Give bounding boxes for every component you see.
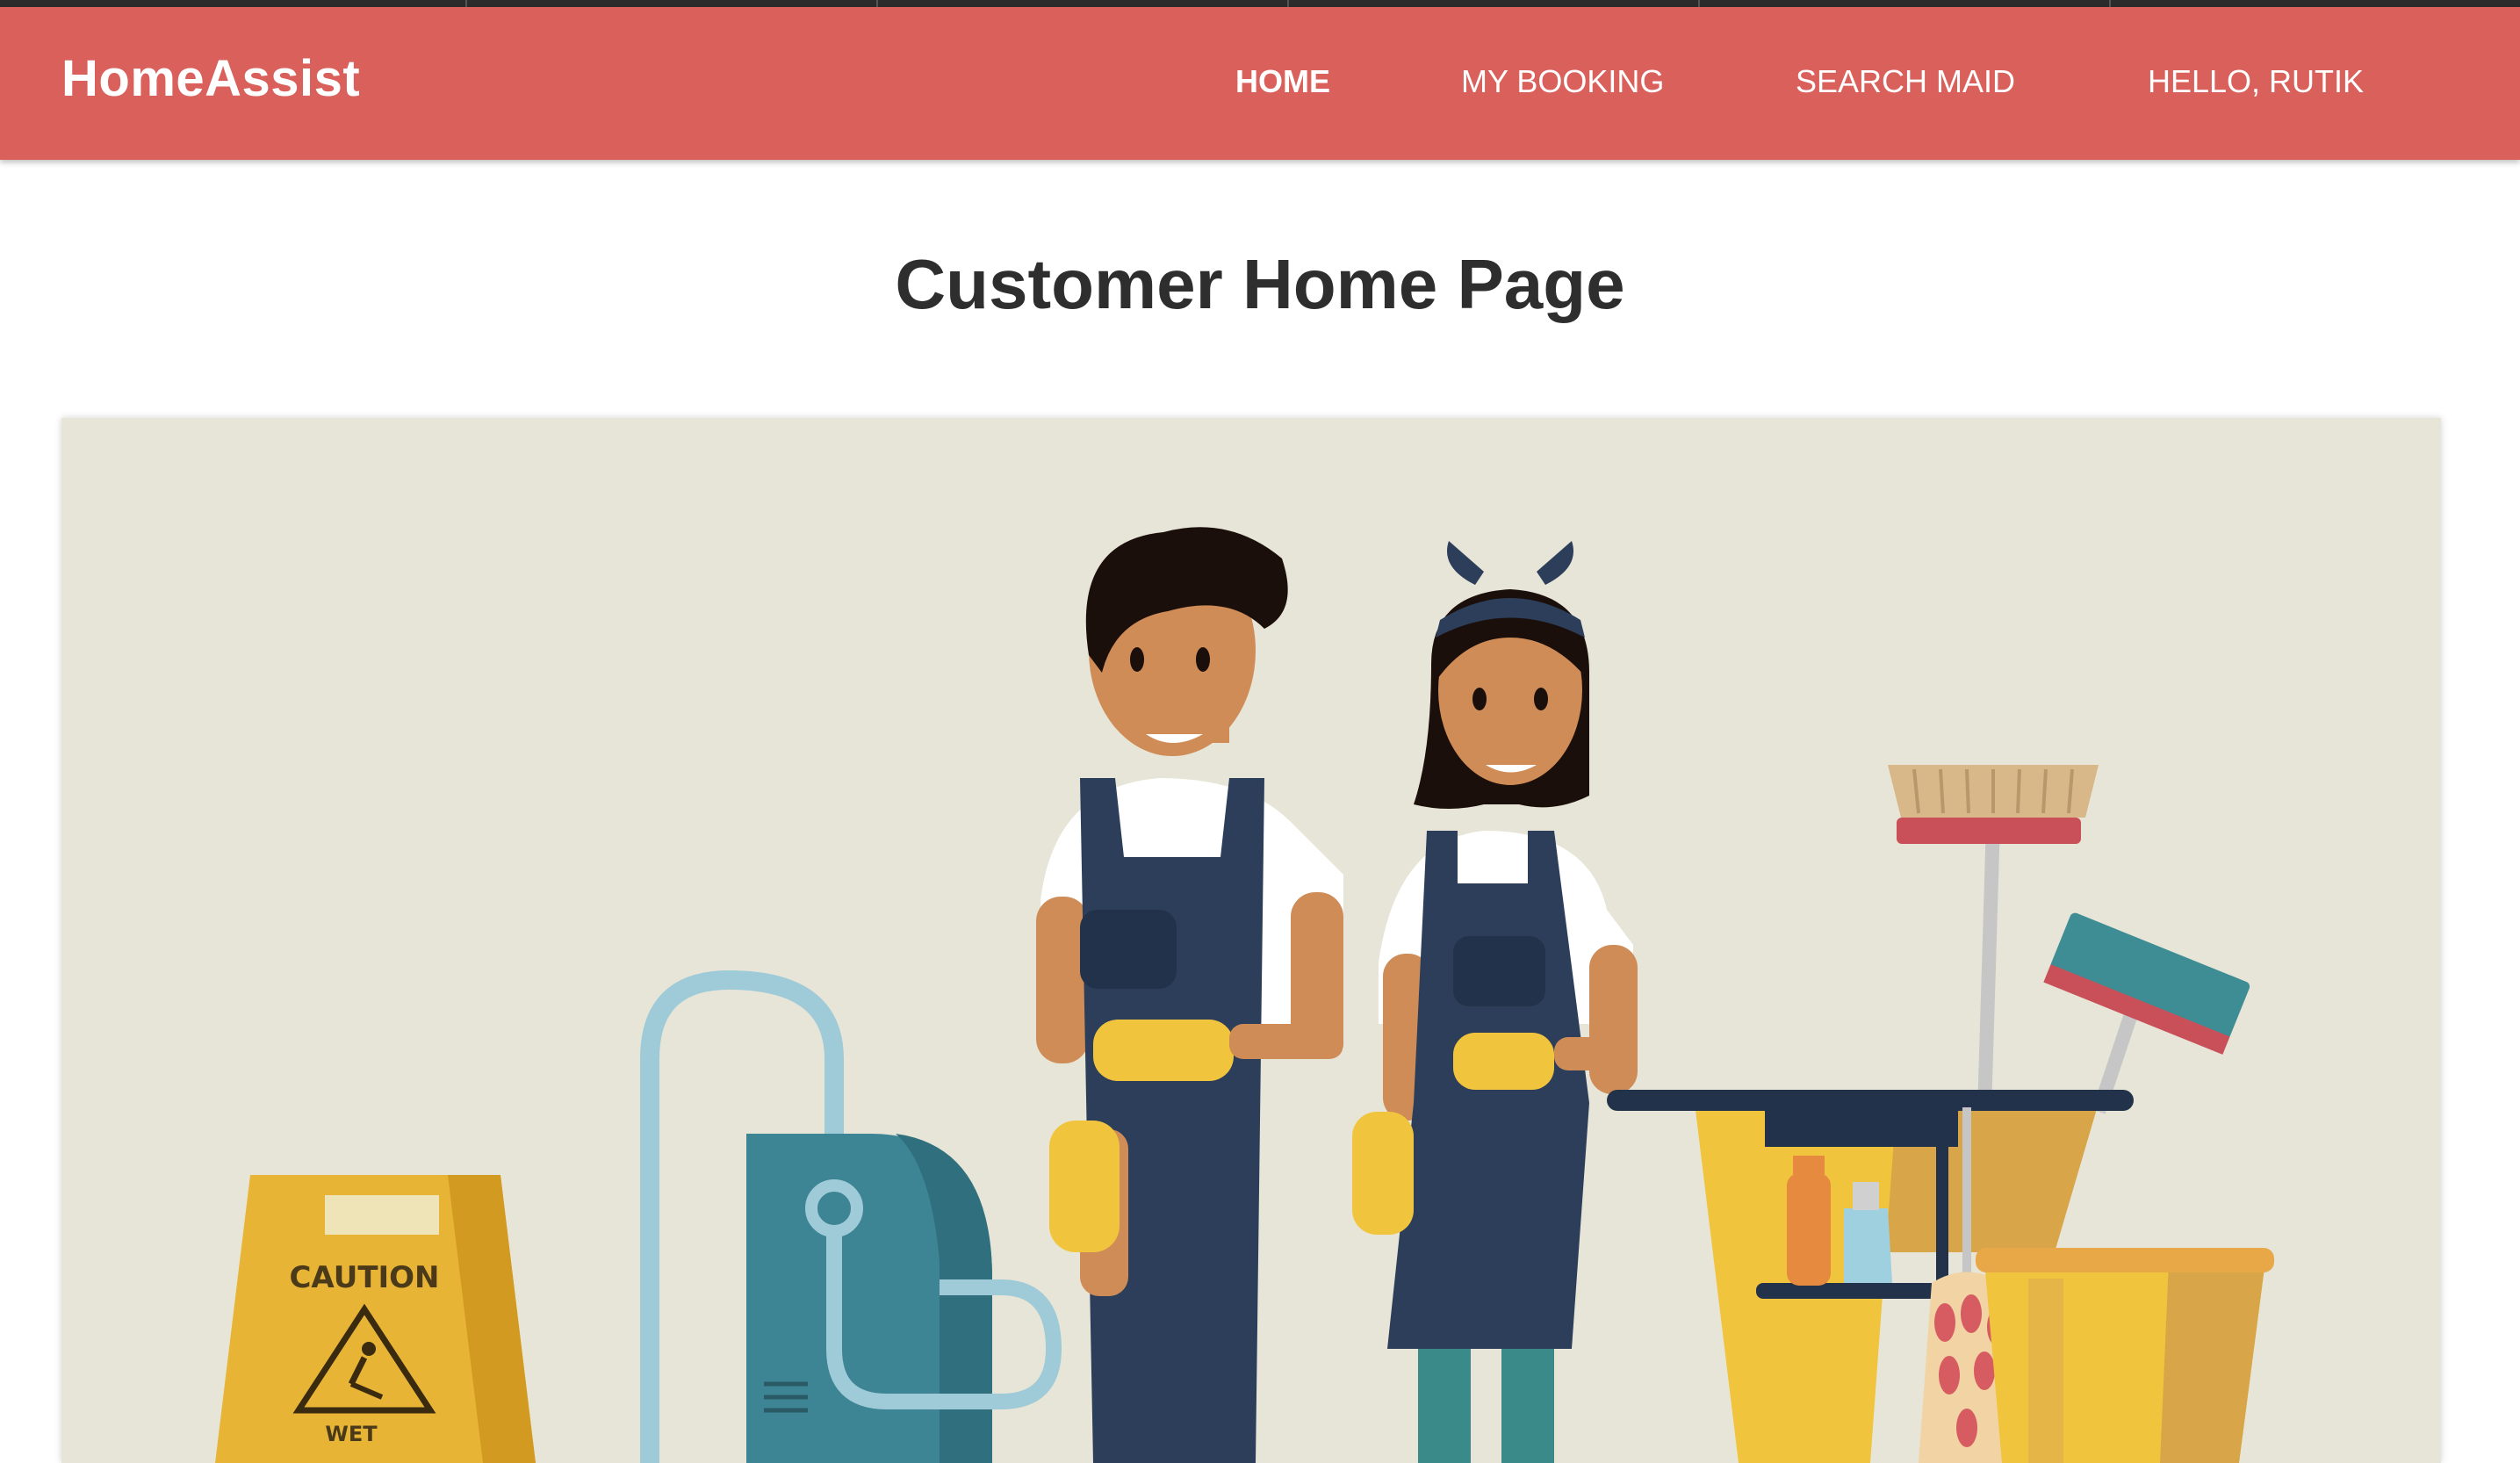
nav-home[interactable]: HOME (1235, 63, 1330, 100)
svg-text:CAUTION: CAUTION (289, 1260, 439, 1295)
caution-sign-icon: CAUTION WET (215, 1175, 536, 1463)
brand-logo[interactable]: HomeAssist (61, 49, 360, 108)
cleaning-team-illustration: CAUTION WET (215, 527, 2274, 1463)
page-title: Customer Home Page (895, 245, 1625, 323)
nav-my-booking[interactable]: MY BOOKING (1461, 63, 1664, 100)
navbar: HomeAssist HOME MY BOOKING SEARCH MAID H… (0, 7, 2520, 160)
man-cleaner-figure (1036, 527, 1343, 1463)
browser-tab-strip (0, 0, 2520, 7)
woman-cleaner-figure (1352, 541, 1638, 1463)
vacuum-cleaner-icon (640, 969, 1062, 1463)
nav-user-greeting[interactable]: HELLO, RUTIK (2148, 63, 2364, 100)
nav-search-maid[interactable]: SEARCH MAID (1796, 63, 2015, 100)
cleaning-cart-icon (1607, 765, 2274, 1463)
svg-text:WET: WET (325, 1422, 378, 1446)
hero-banner: CAUTION WET (61, 418, 2441, 1463)
